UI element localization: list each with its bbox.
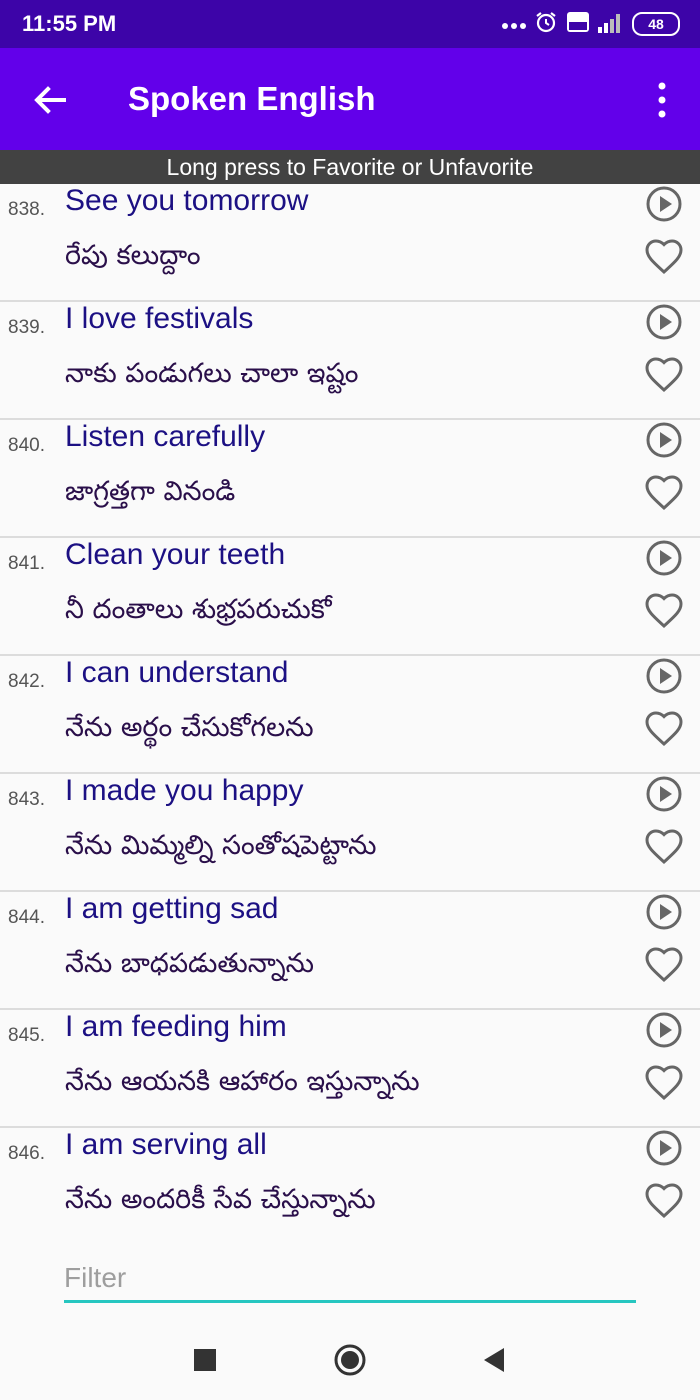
list-item[interactable]: 844. I am getting sad నేను బాధపడుతున్నాన… xyxy=(0,892,700,1010)
app-bar: Spoken English xyxy=(0,48,700,150)
telugu-translation: జాగ్రత్తగా వినండి xyxy=(65,476,236,507)
home-icon[interactable] xyxy=(332,1342,368,1378)
item-number: 846. xyxy=(8,1143,45,1164)
play-icon[interactable] xyxy=(644,1010,684,1050)
item-number: 845. xyxy=(8,1025,45,1046)
status-bar: 11:55 PM 48 xyxy=(0,0,700,48)
heart-icon[interactable] xyxy=(644,710,684,750)
item-number: 843. xyxy=(8,789,45,810)
item-number: 839. xyxy=(8,317,45,338)
english-phrase: I love festivals xyxy=(65,302,254,335)
volte-icon xyxy=(566,11,590,37)
play-icon[interactable] xyxy=(644,892,684,932)
list-item[interactable]: 840. Listen carefully జాగ్రత్తగా వినండి xyxy=(0,420,700,538)
battery-icon: 48 xyxy=(632,12,680,36)
heart-icon[interactable] xyxy=(644,238,684,278)
english-phrase: I made you happy xyxy=(65,774,304,807)
list-item[interactable]: 839. I love festivals నాకు పండుగలు చాలా … xyxy=(0,302,700,420)
english-phrase: Listen carefully xyxy=(65,420,266,453)
play-icon[interactable] xyxy=(644,420,684,460)
heart-icon[interactable] xyxy=(644,592,684,632)
hint-banner: Long press to Favorite or Unfavorite xyxy=(0,150,700,184)
list-item[interactable]: 846. I am serving all నేను అందరికీ సేవ చ… xyxy=(0,1128,700,1244)
telugu-translation: నాకు పండుగలు చాలా ఇష్టం xyxy=(65,358,359,389)
heart-icon[interactable] xyxy=(644,356,684,396)
heart-icon[interactable] xyxy=(644,474,684,514)
heart-icon[interactable] xyxy=(644,1064,684,1104)
list-item[interactable]: 845. I am feeding him నేను ఆయనకి ఆహారం ఇ… xyxy=(0,1010,700,1128)
status-icons: 48 xyxy=(502,10,680,38)
list-item[interactable]: 841. Clean your teeth నీ దంతాలు శుభ్రపరు… xyxy=(0,538,700,656)
system-nav-bar xyxy=(0,1318,700,1400)
telugu-translation: నీ దంతాలు శుభ్రపరుచుకో xyxy=(65,594,332,625)
alarm-icon xyxy=(534,10,558,38)
play-icon[interactable] xyxy=(644,538,684,578)
phrase-list: 838. See you tomorrow రేపు కలుద్దాం 839.… xyxy=(0,184,700,1244)
english-phrase: See you tomorrow xyxy=(65,184,309,217)
english-phrase: Clean your teeth xyxy=(65,538,286,571)
page-title: Spoken English xyxy=(128,80,376,117)
list-item[interactable]: 838. See you tomorrow రేపు కలుద్దాం xyxy=(0,184,700,302)
item-number: 844. xyxy=(8,907,45,928)
filter-input[interactable] xyxy=(64,1258,636,1298)
play-icon[interactable] xyxy=(644,774,684,814)
signal-icon xyxy=(598,11,624,37)
english-phrase: I am serving all xyxy=(65,1128,267,1161)
more-vert-icon[interactable] xyxy=(646,78,678,122)
heart-icon[interactable] xyxy=(644,1182,684,1222)
play-icon[interactable] xyxy=(644,1128,684,1168)
heart-icon[interactable] xyxy=(644,946,684,986)
play-icon[interactable] xyxy=(644,184,684,224)
list-item[interactable]: 842. I can understand నేను అర్థం చేసుకోగ… xyxy=(0,656,700,774)
item-number: 838. xyxy=(8,199,45,220)
english-phrase: I am getting sad xyxy=(65,892,279,925)
play-icon[interactable] xyxy=(644,302,684,342)
status-time: 11:55 PM xyxy=(22,11,117,36)
telugu-translation: నేను మిమ్మల్ని సంతోషపెట్టాను xyxy=(65,830,377,861)
english-phrase: I can understand xyxy=(65,656,289,689)
telugu-translation: నేను బాధపడుతున్నాను xyxy=(65,948,314,979)
back-icon[interactable] xyxy=(476,1342,512,1378)
item-number: 842. xyxy=(8,671,45,692)
heart-icon[interactable] xyxy=(644,828,684,868)
item-number: 840. xyxy=(8,435,45,456)
recent-apps-icon[interactable] xyxy=(187,1342,223,1378)
telugu-translation: నేను ఆయనకి ఆహారం ఇస్తున్నాను xyxy=(65,1066,420,1097)
more-dots-icon xyxy=(502,15,526,34)
telugu-translation: నేను అర్థం చేసుకోగలను xyxy=(65,712,314,743)
item-number: 841. xyxy=(8,553,45,574)
filter-field xyxy=(64,1258,636,1304)
arrow-back-icon[interactable] xyxy=(28,78,72,122)
english-phrase: I am feeding him xyxy=(65,1010,287,1043)
telugu-translation: నేను అందరికీ సేవ చేస్తున్నాను xyxy=(65,1184,376,1215)
play-icon[interactable] xyxy=(644,656,684,696)
list-item[interactable]: 843. I made you happy నేను మిమ్మల్ని సంత… xyxy=(0,774,700,892)
filter-underline xyxy=(64,1300,636,1303)
telugu-translation: రేపు కలుద్దాం xyxy=(65,240,201,271)
